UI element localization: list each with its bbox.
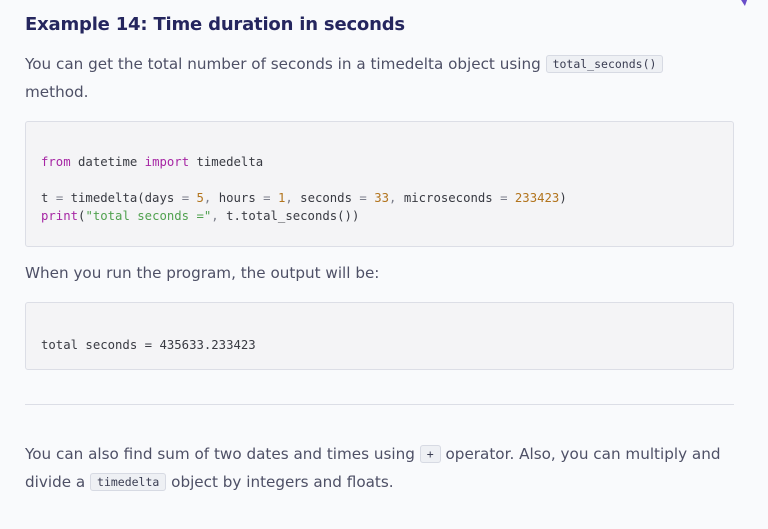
section-divider — [25, 404, 734, 405]
inline-code-timedelta: timedelta — [90, 473, 167, 491]
code-token: , — [285, 191, 293, 205]
code-keyword-import: import — [144, 155, 190, 169]
code-keyword-from: from — [41, 155, 71, 169]
inline-code-plus: + — [419, 445, 441, 463]
code-token: , — [211, 209, 219, 223]
code-block-example[interactable]: from datetime import timedelta t = timed… — [25, 121, 734, 247]
inline-code-total-seconds: total_seconds() — [545, 55, 664, 73]
section-heading: Example 14: Time duration in seconds — [25, 14, 405, 35]
intro-text-after: method. — [25, 83, 89, 101]
code-module: datetime — [70, 155, 145, 169]
code-token: microseconds — [396, 191, 501, 205]
outro-text: object by integers and floats. — [166, 473, 394, 491]
output-block[interactable]: total seconds = 435633.233423 — [25, 302, 734, 370]
code-function-print: print — [41, 209, 79, 223]
intro-paragraph: You can get the total number of seconds … — [25, 51, 734, 106]
output-intro-paragraph: When you run the program, the output wil… — [25, 264, 380, 282]
code-token: = — [500, 191, 508, 205]
code-token: = — [359, 191, 367, 205]
code-token: = — [263, 191, 271, 205]
output-text: total seconds = 435633.233423 — [41, 338, 256, 352]
code-imported-name: timedelta — [189, 155, 264, 169]
intro-text-before: You can get the total number of seconds … — [25, 55, 546, 73]
code-token: hours — [211, 191, 264, 205]
code-number: 33 — [366, 191, 390, 205]
code-token: t — [41, 191, 56, 205]
code-number: 5 — [189, 191, 204, 205]
code-token: = — [181, 191, 190, 205]
code-token: ) — [559, 191, 567, 205]
outro-paragraph: You can also find sum of two dates and t… — [25, 441, 734, 497]
code-token: seconds — [292, 191, 360, 205]
code-content: from datetime import timedelta t = timed… — [41, 153, 567, 225]
code-string: "total seconds =" — [85, 209, 212, 223]
corner-decoration — [738, 0, 748, 6]
code-number: 1 — [270, 191, 286, 205]
outro-text: You can also find sum of two dates and t… — [25, 445, 420, 463]
code-token: t.total_seconds()) — [218, 209, 360, 223]
code-number: 233423 — [507, 191, 560, 205]
code-token: timedelta(days — [63, 191, 182, 205]
